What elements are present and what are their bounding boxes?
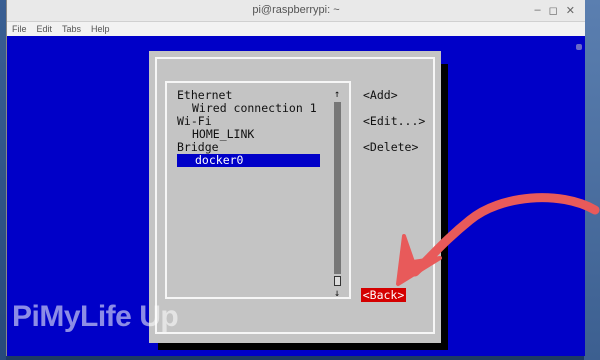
watermark-logo: PiMyLife Up (12, 300, 179, 333)
